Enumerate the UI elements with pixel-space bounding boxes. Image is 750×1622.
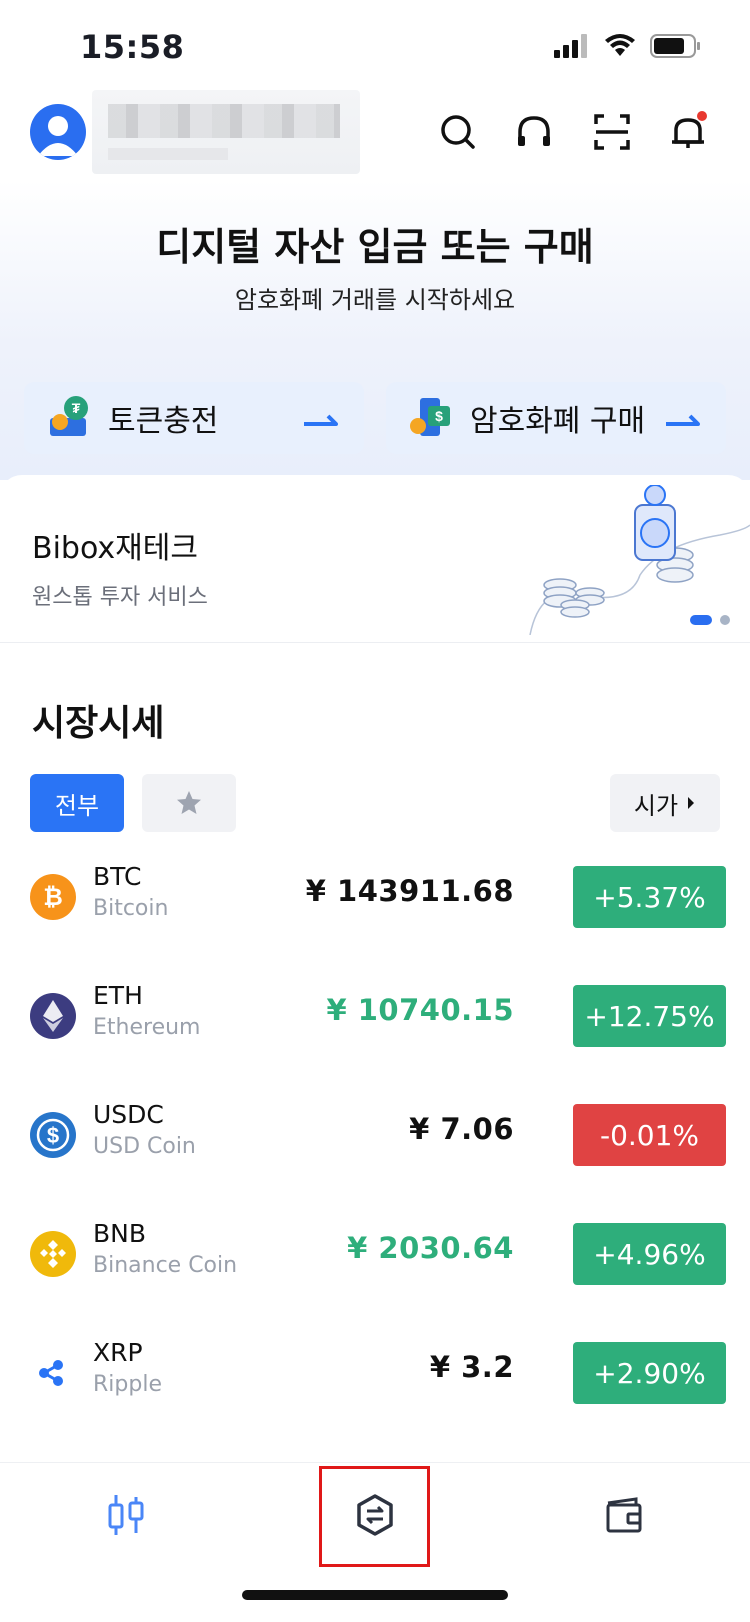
coin-name: Binance Coin	[93, 1253, 238, 1278]
bnb-icon	[30, 1231, 76, 1277]
coin-name: Ethereum	[93, 1015, 201, 1040]
coin-name: Bitcoin	[93, 896, 169, 921]
search-icon[interactable]	[436, 110, 480, 154]
user-icon	[38, 116, 78, 156]
notification-bell-icon[interactable]	[666, 110, 710, 154]
coin-name: Ripple	[93, 1372, 162, 1397]
coins-jar-illustration	[529, 485, 750, 635]
coin-row-xrp[interactable]: XRP Ripple ¥ 3.2 +2.90%	[0, 1320, 750, 1438]
arrow-right-icon	[666, 414, 700, 426]
coin-row-btc[interactable]: ₿ BTC Bitcoin ¥ 143911.68 +5.37%	[0, 844, 750, 962]
caret-right-icon	[688, 797, 695, 809]
svg-text:$: $	[47, 1123, 59, 1148]
coin-change-badge[interactable]: +4.96%	[573, 1223, 726, 1285]
banner-title: Bibox재테크	[32, 531, 198, 566]
header	[0, 90, 750, 180]
market-chart-icon	[108, 1495, 144, 1535]
token-deposit-label: 토큰충전	[108, 404, 219, 439]
coin-price: ¥ 3.2	[429, 1350, 514, 1384]
coin-symbol: BNB	[93, 1219, 147, 1248]
xrp-icon	[39, 1360, 63, 1386]
scan-icon[interactable]	[590, 110, 634, 154]
username-blurred[interactable]	[92, 90, 360, 174]
star-icon	[177, 791, 201, 814]
status-bar: 15:58	[0, 0, 750, 90]
tab-all[interactable]: 전부	[30, 774, 124, 832]
arrow-right-icon	[304, 414, 338, 426]
coin-name: USD Coin	[93, 1134, 196, 1159]
wallet-icon	[606, 1497, 642, 1533]
buy-crypto-icon: $	[410, 398, 450, 436]
ethereum-icon	[30, 993, 76, 1039]
coin-change-badge[interactable]: +5.37%	[573, 866, 726, 928]
svg-text:₮: ₮	[72, 400, 81, 416]
coin-change-badge[interactable]: +12.75%	[573, 985, 726, 1047]
coin-row-eth[interactable]: ETH Ethereum ¥ 10740.15 +12.75%	[0, 963, 750, 1081]
token-deposit-button[interactable]: ₮ 토큰충전	[24, 382, 364, 454]
signal-icon	[554, 34, 587, 58]
hero-section: 디지털 자산 입금 또는 구매 암호화폐 거래를 시작하세요 ₮ 토큰충전 $ …	[0, 180, 750, 480]
coin-symbol: XRP	[93, 1338, 143, 1367]
banner-subtitle: 원스톱 투자 서비스	[32, 585, 208, 610]
market-title: 시장시세	[32, 703, 165, 744]
hero-title: 디지털 자산 입금 또는 구매	[156, 225, 594, 269]
coin-row-bnb[interactable]: BNB Binance Coin ¥ 2030.64 +4.96%	[0, 1201, 750, 1319]
coin-row-usdc[interactable]: $ USDC USD Coin ¥ 7.06 -0.01%	[0, 1082, 750, 1200]
home-indicator	[242, 1590, 508, 1600]
coin-symbol: USDC	[93, 1100, 164, 1129]
highlight-annotation-box	[319, 1466, 430, 1567]
coin-symbol: ETH	[93, 981, 143, 1010]
carousel-dot[interactable]	[720, 615, 730, 625]
tether-deposit-icon: ₮	[50, 396, 88, 436]
battery-icon	[650, 34, 700, 58]
coin-price: ¥ 10740.15	[326, 993, 514, 1027]
sort-by-market-cap-button[interactable]: 시가	[610, 774, 720, 832]
carousel-dots[interactable]	[690, 615, 730, 625]
nav-wallet[interactable]	[594, 1485, 654, 1545]
svg-text:$: $	[435, 408, 443, 424]
coin-change-badge[interactable]: -0.01%	[573, 1104, 726, 1166]
hero-subtitle: 암호화폐 거래를 시작하세요	[234, 286, 516, 314]
wifi-icon	[605, 34, 635, 56]
buy-crypto-button[interactable]: $ 암호화폐 구매	[386, 382, 726, 454]
coin-symbol: BTC	[93, 862, 142, 891]
coin-price: ¥ 2030.64	[347, 1231, 514, 1265]
promo-banner[interactable]: Bibox재테크 원스톱 투자 서비스	[0, 475, 750, 643]
usdc-icon: $	[30, 1112, 76, 1158]
svg-text:₿: ₿	[43, 884, 63, 911]
nav-market[interactable]	[96, 1485, 156, 1545]
carousel-dot-active[interactable]	[690, 615, 712, 625]
headset-support-icon[interactable]	[512, 110, 556, 154]
status-icons	[554, 34, 702, 58]
coin-price: ¥ 143911.68	[305, 874, 514, 908]
buy-crypto-label: 암호화폐 구매	[470, 404, 646, 439]
avatar[interactable]	[30, 104, 86, 160]
coin-price: ¥ 7.06	[409, 1112, 514, 1146]
bitcoin-icon: ₿	[30, 874, 76, 920]
sort-label: 시가	[633, 791, 679, 820]
coin-change-badge[interactable]: +2.90%	[573, 1342, 726, 1404]
status-time: 15:58	[80, 28, 185, 66]
tab-favorites[interactable]	[142, 774, 236, 832]
